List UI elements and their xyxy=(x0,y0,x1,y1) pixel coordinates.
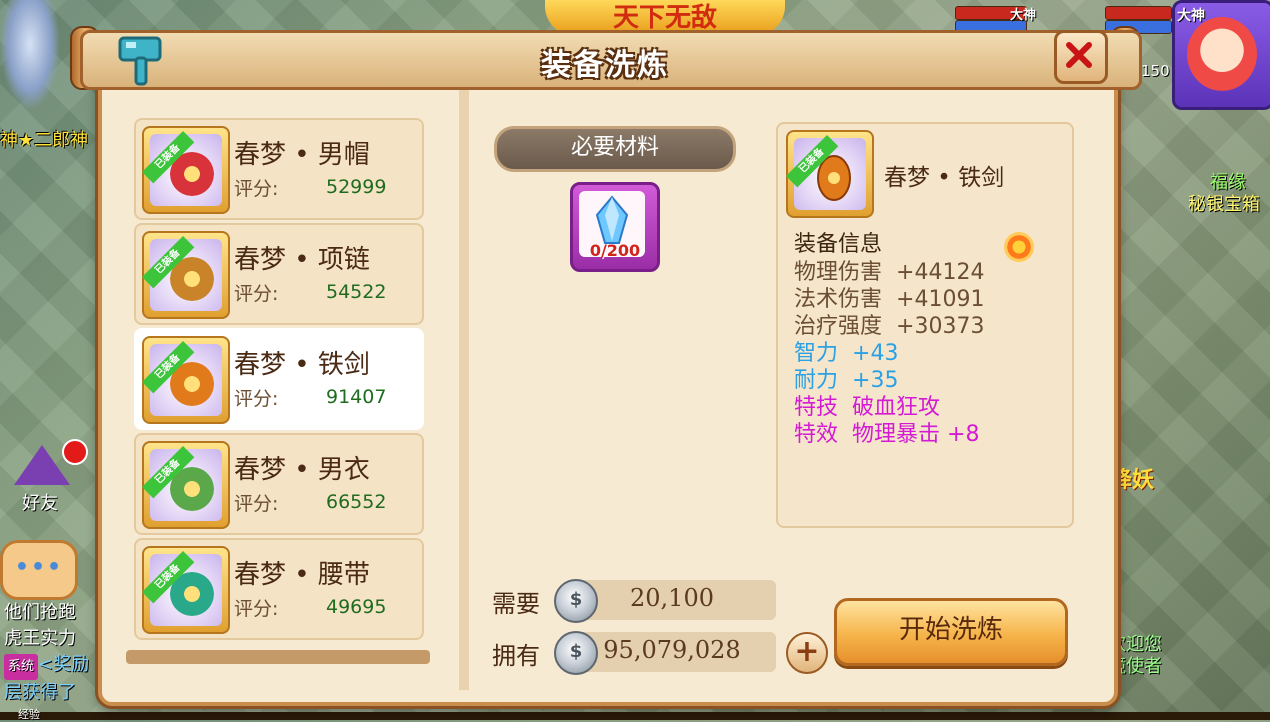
stat-row: 特效 物理暴击 +8 xyxy=(794,422,979,448)
need-label: 需要 xyxy=(492,590,540,618)
stat-row: 耐力 +35 xyxy=(794,368,898,394)
material-count: 0/200 xyxy=(589,241,641,260)
equipment-list[interactable]: 已装备 春梦 • 男帽 评分: 52999 已装备 春梦 • 项链 评分: 54522 已装备春… xyxy=(128,118,430,666)
score-label: 评分: xyxy=(234,493,279,515)
equipment-name: 春梦 • 项链 xyxy=(234,245,370,275)
avatar-portrait xyxy=(1187,17,1257,91)
need-value: 20,100 xyxy=(630,584,714,612)
stat-value: +35 xyxy=(852,368,899,393)
own-value: 95,079,028 xyxy=(603,636,741,664)
own-label: 拥有 xyxy=(492,642,540,670)
chat-message: 他们抢跑 xyxy=(4,602,76,623)
equipment-list-item[interactable]: 已装备 春梦 • 腰带评分: 49695 xyxy=(134,538,424,640)
dialog-title: 装备洗炼 xyxy=(541,48,669,83)
npc-title: 秘银宝箱 xyxy=(1188,194,1260,215)
stat-label: 耐力 xyxy=(794,368,839,393)
score-value: 91407 xyxy=(326,386,387,408)
chat-log[interactable]: 他们抢跑 虎王实力 系统 <奖励 层获得了 xyxy=(4,600,89,706)
stat-value: +30373 xyxy=(896,314,985,339)
stat-value: 物理暴击 +8 xyxy=(852,422,980,447)
score-value: 54522 xyxy=(326,281,387,303)
list-scrollbar[interactable] xyxy=(126,650,430,664)
score-label: 评分: xyxy=(234,388,279,410)
score-value: 52999 xyxy=(326,176,387,198)
material-slot[interactable]: 0/200 xyxy=(570,182,660,272)
stat-value: +43 xyxy=(852,341,899,366)
avatar-tag: 大神 xyxy=(1177,8,1205,24)
system-tag: 系统 xyxy=(4,654,39,680)
stat-label: 智力 xyxy=(794,341,839,366)
chat-ellipsis-icon: ••• xyxy=(14,555,64,580)
stat-value: +44124 xyxy=(896,260,985,285)
score-value: 49695 xyxy=(326,596,387,618)
stat-label: 法术伤害 xyxy=(794,287,883,312)
player-hp-bar xyxy=(1105,6,1172,20)
stat-row: 法术伤害 +41091 xyxy=(794,287,984,313)
chat-reward-text: <奖励 xyxy=(38,654,90,675)
stat-value: +41091 xyxy=(896,287,985,312)
equipment-list-item[interactable]: 已装备 春梦 • 项链评分: 54522 xyxy=(134,223,424,325)
plus-icon: + xyxy=(794,634,820,669)
info-equipment-name: 春梦 • 铁剑 xyxy=(884,165,1005,191)
friends-button[interactable]: 好友 xyxy=(6,439,88,517)
equipment-name: 春梦 • 男帽 xyxy=(234,140,370,170)
info-equipment-icon: 已装备 xyxy=(786,130,874,218)
player-name: 神★二郎神 xyxy=(0,130,89,151)
start-refine-button[interactable]: 开始洗炼 xyxy=(834,598,1068,666)
equipment-list-item[interactable]: 已装备 春梦 • 铁剑评分: 91407 xyxy=(134,328,424,430)
divider xyxy=(459,90,469,690)
score-label: 评分: xyxy=(234,178,279,200)
equipment-info-panel: 已装备 春梦 • 铁剑 装备信息 物理伤害 +44124 法术伤害 +41091 治疗强… xyxy=(776,122,1074,528)
equipment-list-item[interactable]: 已装备 春梦 • 男帽评分: 52999 xyxy=(134,118,424,220)
equipment-list-item[interactable]: 已装备 春梦 • 男衣评分: 66552 xyxy=(134,433,424,535)
equipment-icon: 已装备 xyxy=(142,336,230,424)
player-avatar[interactable]: 大神 xyxy=(1172,0,1270,110)
stat-row: 物理伤害 +44124 xyxy=(794,260,984,286)
hammer-icon xyxy=(114,30,172,88)
equipment-icon: 已装备 xyxy=(142,546,230,634)
score-label: 评分: xyxy=(234,598,279,620)
required-material-label: 必要材料 xyxy=(494,126,736,172)
start-refine-label: 开始洗炼 xyxy=(898,615,1003,645)
stat-row: 智力 +43 xyxy=(794,341,898,367)
hud-tag-1: 大神 xyxy=(1010,8,1037,23)
player-character[interactable] xyxy=(0,0,60,110)
sun-icon[interactable] xyxy=(1004,232,1034,262)
stat-label: 治疗强度 xyxy=(794,314,883,339)
equipment-icon: 已装备 xyxy=(142,126,230,214)
notification-dot xyxy=(62,439,88,465)
close-button[interactable] xyxy=(1054,30,1108,84)
stat-label: 特效 xyxy=(794,422,839,447)
stat-row: 特技 破血狂攻 xyxy=(794,395,940,421)
score-label: 评分: xyxy=(234,283,279,305)
equipment-icon: 已装备 xyxy=(142,231,230,319)
chat-message: 系统 <奖励 xyxy=(4,652,89,680)
equipment-name: 春梦 • 男衣 xyxy=(234,455,370,485)
info-heading: 装备信息 xyxy=(794,232,883,257)
stat-value: 破血狂攻 xyxy=(852,395,941,420)
experience-bar xyxy=(0,712,1270,720)
stat-label: 特技 xyxy=(794,395,839,420)
close-icon xyxy=(1066,42,1092,68)
equipment-name: 春梦 • 铁剑 xyxy=(234,350,370,380)
equipment-icon: 已装备 xyxy=(142,441,230,529)
chat-button[interactable]: ••• xyxy=(0,540,78,600)
stat-label: 物理伤害 xyxy=(794,260,883,285)
chat-message: 层获得了 xyxy=(4,682,76,703)
chat-message: 虎王实力 xyxy=(4,628,76,649)
friends-label: 好友 xyxy=(22,493,58,514)
equipment-name: 春梦 • 腰带 xyxy=(234,560,370,590)
stat-row: 治疗强度 +30373 xyxy=(794,314,984,340)
add-currency-button[interactable]: + xyxy=(786,632,828,674)
score-value: 66552 xyxy=(326,491,387,513)
